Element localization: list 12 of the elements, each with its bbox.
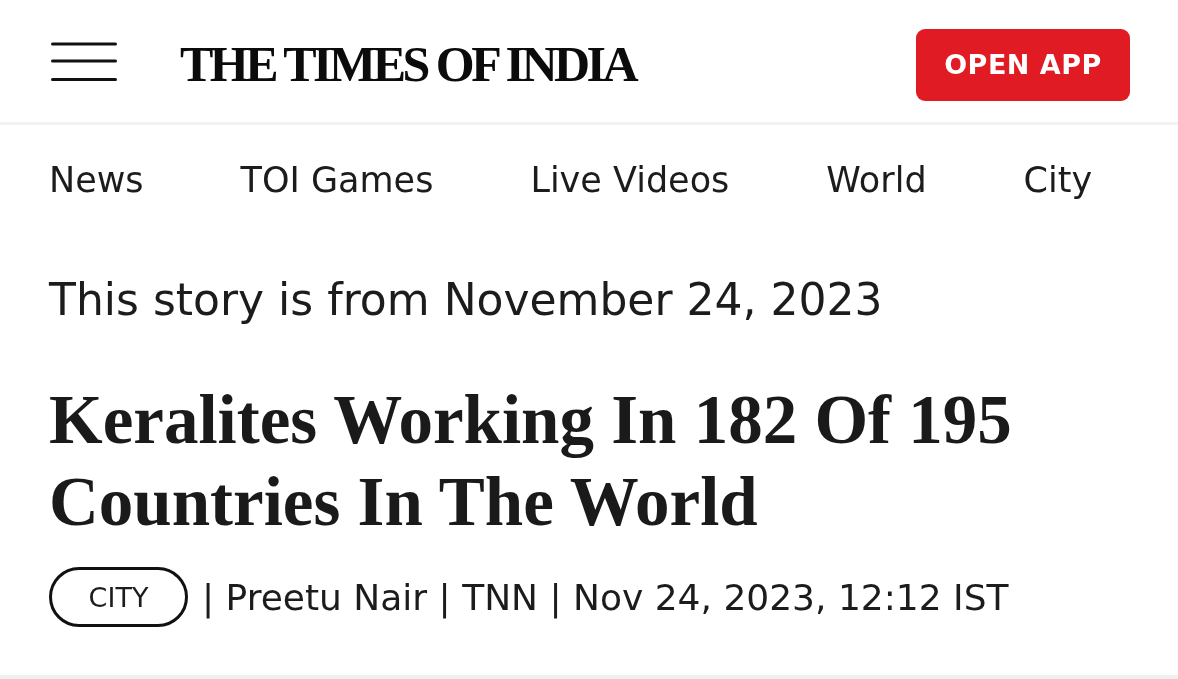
open-app-button[interactable]: OPEN APP (916, 28, 1130, 101)
nav-link[interactable]: City (1023, 160, 1093, 200)
nav-link[interactable]: World (826, 160, 927, 200)
story-date-notice: This story is from November 24, 2023 (49, 274, 884, 326)
section-tag[interactable]: CITY (49, 567, 188, 627)
nav-link[interactable]: TOI Games (240, 160, 434, 200)
byline: | Preetu Nair | TNN | Nov 24, 2023, 12:12 IST (202, 576, 1009, 618)
site-logo[interactable]: THE TIMES OF INDIA (180, 39, 636, 89)
nav-link[interactable]: News (49, 160, 144, 200)
nav-link[interactable]: Live Videos (530, 160, 730, 200)
menu-icon[interactable] (51, 42, 117, 82)
headline: Keralites Working In 182 Of 195 Countries In The World (49, 381, 1013, 542)
